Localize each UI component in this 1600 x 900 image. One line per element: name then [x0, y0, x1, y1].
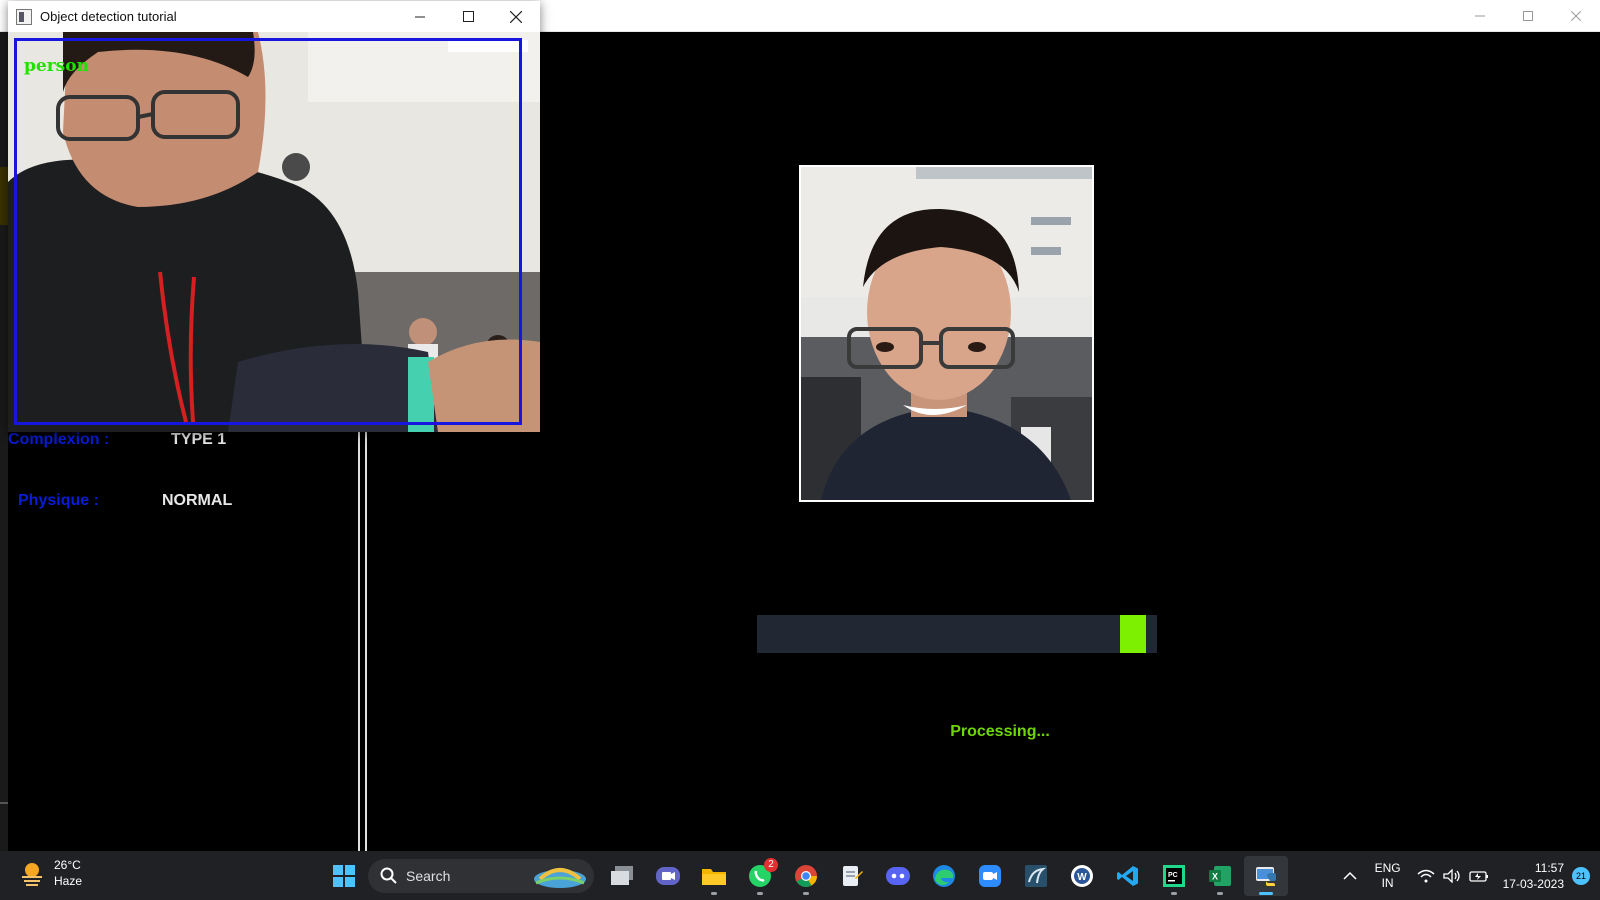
show-hidden-icons-button[interactable]: [1343, 871, 1357, 881]
svg-text:X: X: [1212, 871, 1218, 881]
language-indicator[interactable]: ENG IN: [1375, 861, 1401, 891]
wifi-icon: [1417, 869, 1435, 882]
close-icon: [510, 10, 522, 23]
whatsapp-button[interactable]: 2: [738, 856, 782, 896]
complexion-label: Complexion :: [8, 431, 110, 448]
svg-text:PC: PC: [1168, 872, 1178, 879]
app-window-icon: [16, 8, 32, 25]
progress-fill: [1120, 615, 1146, 653]
task-view-icon: [611, 865, 633, 885]
search-placeholder: Search: [406, 867, 451, 884]
notepad-icon: [843, 865, 863, 886]
search-icon: [380, 867, 397, 884]
whatsapp-badge: 2: [764, 857, 778, 872]
edge-button[interactable]: [922, 856, 966, 896]
maximize-icon: [462, 11, 474, 22]
clock[interactable]: 11:57 17-03-2023: [1503, 860, 1564, 892]
camera-window[interactable]: Object detection tutorial person: [8, 1, 540, 432]
sun-haze-icon: [22, 863, 42, 886]
start-button[interactable]: [322, 856, 366, 896]
camera-titlebar[interactable]: Object detection tutorial: [8, 1, 540, 32]
close-icon: [1571, 11, 1581, 21]
camera-minimize-button[interactable]: [396, 1, 444, 32]
captured-face-photo: [799, 165, 1094, 502]
language-region: IN: [1381, 875, 1394, 890]
vscode-button[interactable]: [1106, 856, 1150, 896]
word-button[interactable]: W: [1060, 856, 1104, 896]
discord-icon: [886, 866, 910, 885]
pycharm-icon: PC: [1163, 864, 1185, 887]
search-highlight-icon: [534, 867, 586, 888]
camera-maximize-button[interactable]: [444, 1, 492, 32]
taskbar: 26°C Haze Search 2 W PC X ENG IN 11:57 1…: [0, 851, 1600, 900]
window-edge: [0, 32, 8, 851]
mysql-workbench-button[interactable]: [1014, 856, 1058, 896]
vscode-icon: [1117, 865, 1138, 886]
window-title: Object detection tutorial: [40, 9, 177, 24]
clock-date: 17-03-2023: [1502, 876, 1564, 891]
file-explorer-button[interactable]: [692, 856, 736, 896]
clock-time: 11:57: [1534, 860, 1564, 875]
chrome-icon: [795, 864, 817, 887]
weather-temperature: 26°C: [54, 858, 81, 872]
dolphin-icon: [1025, 864, 1047, 887]
word-icon: W: [1071, 864, 1093, 887]
chat-button[interactable]: [646, 856, 690, 896]
python-icon: [1256, 866, 1276, 886]
weather-widget[interactable]: 26°C Haze: [18, 857, 82, 889]
panel-divider-right: [365, 428, 367, 851]
panel-divider-left: [358, 428, 360, 851]
status-text: Processing...: [950, 723, 1050, 740]
folder-icon: [702, 868, 726, 885]
complexion-value: TYPE 1: [171, 431, 227, 448]
task-view-button[interactable]: [600, 856, 644, 896]
language-code: ENG: [1374, 860, 1401, 875]
python-button[interactable]: [1244, 855, 1288, 896]
weather-condition: Haze: [54, 874, 83, 888]
zoom-icon: [979, 864, 1001, 887]
pycharm-button[interactable]: PC: [1152, 856, 1196, 896]
close-button[interactable]: [1552, 0, 1600, 32]
detection-bounding-box: [14, 38, 522, 425]
maximize-button[interactable]: [1504, 0, 1552, 32]
notepad-button[interactable]: [830, 856, 874, 896]
speaker-icon: [1442, 868, 1460, 883]
windows-start-icon: [333, 864, 355, 887]
minimize-icon: [415, 16, 425, 17]
battery-charging-icon: [1468, 870, 1488, 882]
notification-count-badge[interactable]: 21: [1572, 866, 1590, 885]
progress-bar: [757, 615, 1157, 653]
detection-label: person: [24, 56, 89, 76]
physique-value: NORMAL: [162, 492, 233, 509]
battery-button[interactable]: [1468, 869, 1489, 883]
edge-icon: [933, 864, 955, 887]
wifi-button[interactable]: [1417, 869, 1435, 883]
excel-icon: X: [1209, 865, 1231, 886]
minimize-button[interactable]: [1456, 0, 1504, 32]
volume-button[interactable]: [1442, 868, 1461, 883]
chrome-button[interactable]: [784, 856, 828, 896]
discord-button[interactable]: [876, 856, 920, 896]
taskbar-search[interactable]: Search: [368, 858, 594, 893]
excel-button[interactable]: X: [1198, 856, 1242, 896]
teams-chat-icon: [656, 866, 680, 885]
camera-close-button[interactable]: [492, 1, 540, 32]
camera-feed: person: [8, 32, 540, 432]
zoom-button[interactable]: [968, 856, 1012, 896]
minimize-icon: [1475, 15, 1485, 17]
chevron-up-icon: [1343, 871, 1357, 880]
physique-label: Physique :: [18, 492, 99, 509]
maximize-icon: [1523, 11, 1533, 21]
svg-text:W: W: [1077, 872, 1087, 883]
